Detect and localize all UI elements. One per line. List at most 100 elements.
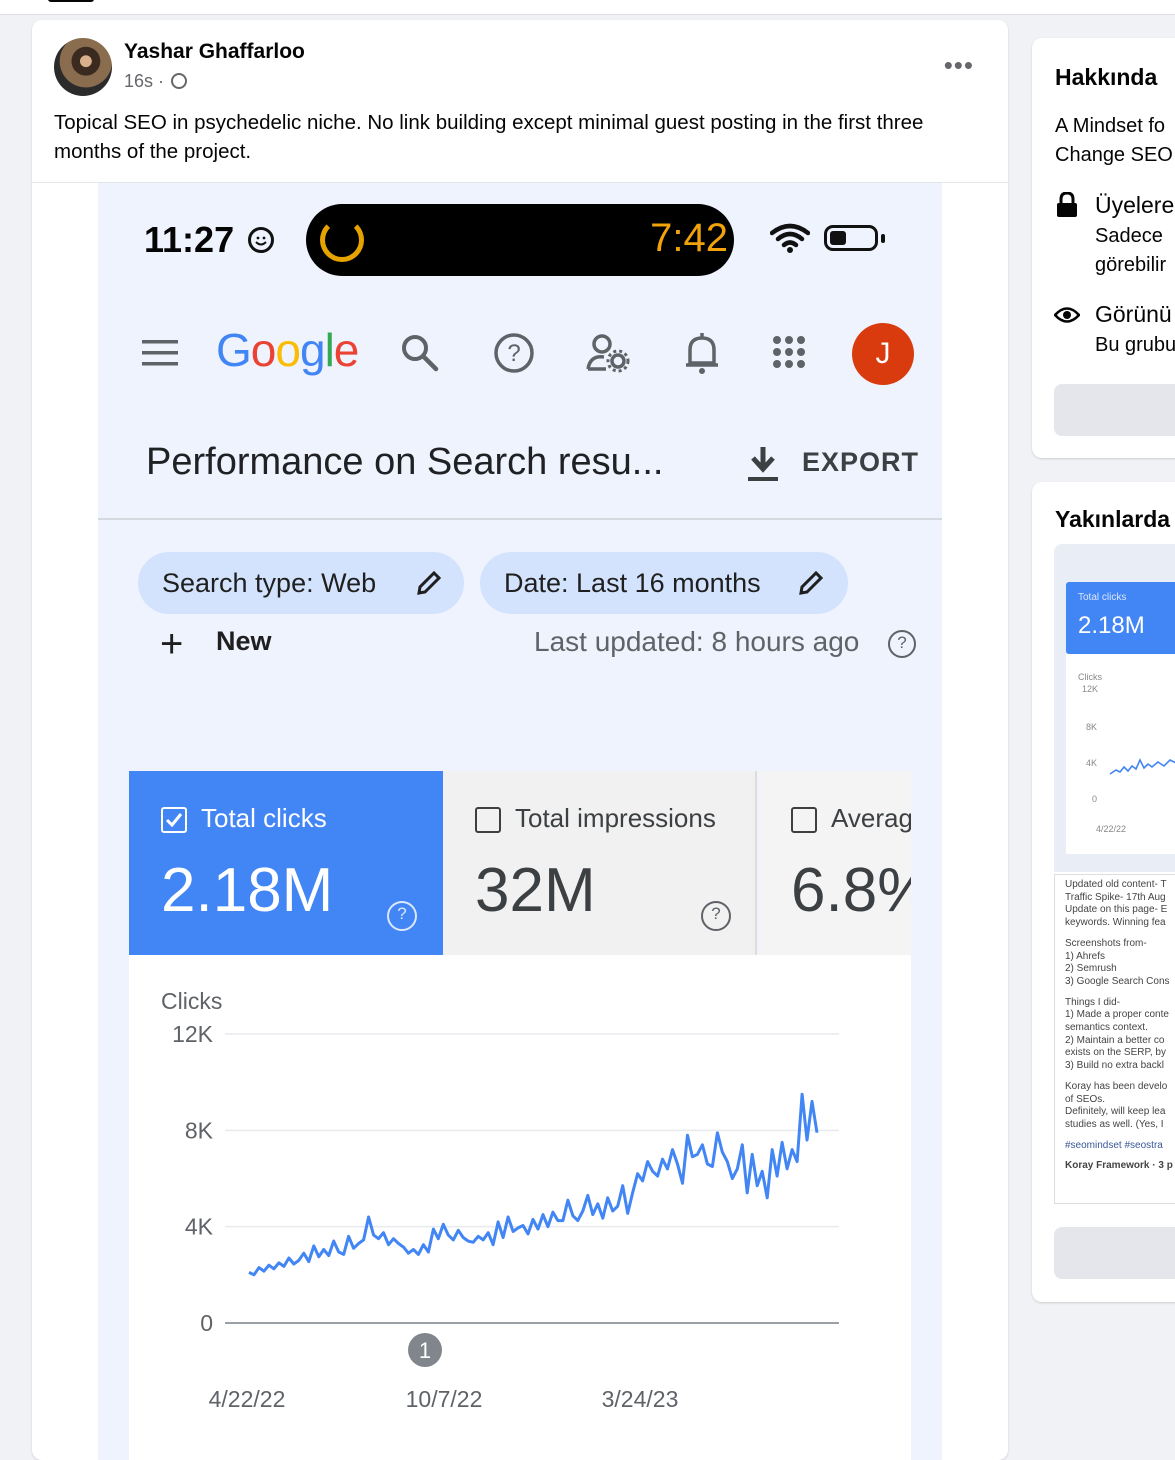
timer-ring-icon — [320, 218, 364, 262]
eye-icon — [1054, 307, 1080, 323]
help-icon[interactable]: ? — [701, 901, 731, 931]
recent-media-thumbnail[interactable]: Total clicks 2.18M Clicks 12K 8K 4K 0 4/… — [1054, 544, 1175, 872]
performance-panel: Search type: Web Date: Last 16 months + … — [98, 520, 942, 1460]
caption-line: 2) Semrush — [1065, 963, 1117, 975]
thumbnail-metric-card: Total clicks 2.18M — [1066, 582, 1175, 654]
google-logo[interactable]: Google — [216, 323, 360, 377]
clicks-chart: Clicks 12K 8K 4K 0 1 4/22/22 10/7/22 3/24/23 — [129, 955, 911, 1460]
checkbox-checked-icon[interactable] — [161, 807, 187, 833]
caption-line: 3) Google Search Cons — [1065, 975, 1170, 987]
chip-label: Date: Last 16 months — [504, 568, 761, 598]
checkbox-icon[interactable] — [791, 807, 817, 833]
face-icon — [248, 227, 274, 253]
visible-description: Bu grubu — [1095, 334, 1175, 356]
notification-bell-icon[interactable] — [684, 331, 720, 375]
top-navigation-bar — [0, 0, 1175, 15]
about-description-line: Change SEO — [1055, 144, 1173, 166]
logo-letter: o — [250, 324, 277, 376]
apps-grid-icon[interactable] — [772, 335, 806, 369]
thumbnail-ytick: 8K — [1086, 722, 1098, 732]
private-description-line: Sadece — [1095, 225, 1163, 247]
help-icon[interactable]: ? — [492, 331, 536, 375]
meta-separator: · — [158, 71, 165, 91]
thumbnail-ytick: 0 — [1092, 794, 1098, 804]
dynamic-island: 7:42 — [306, 204, 734, 276]
metric-card-average[interactable]: Averag 6.8% — [759, 771, 911, 955]
logo-letter: o — [275, 324, 301, 376]
private-title: Üyelere — [1095, 192, 1175, 218]
export-button[interactable]: EXPORT — [802, 447, 919, 478]
learn-more-button[interactable] — [1054, 384, 1175, 436]
help-icon[interactable]: ? — [888, 630, 916, 658]
post-meta: 16s · — [124, 71, 188, 92]
caption-line: semantics context. — [1065, 1022, 1148, 1033]
thumbnail-xtick: 4/22/22 — [1096, 824, 1127, 834]
thumbnail-ytick: 4K — [1086, 758, 1098, 768]
author-name[interactable]: Yashar Ghaffarloo — [124, 40, 305, 64]
caption-line: keywords. Winning fea — [1065, 917, 1166, 929]
search-icon[interactable] — [400, 333, 440, 373]
logo-letter: G — [216, 324, 252, 376]
thumbnail-metric-label: Total clicks — [1078, 592, 1127, 603]
help-icon[interactable]: ? — [387, 901, 417, 931]
add-icon[interactable]: + — [160, 622, 183, 667]
audience-globe-icon[interactable] — [171, 73, 188, 89]
x-tick-label: 3/24/23 — [602, 1386, 679, 1412]
post-timestamp[interactable]: 16s — [124, 71, 153, 91]
x-tick-label: 10/7/22 — [406, 1386, 483, 1412]
y-tick-label: 4K — [185, 1214, 214, 1240]
caption-line: 1) Ahrefs — [1065, 950, 1106, 962]
post-card: Yashar Ghaffarloo 16s · ••• Topical SEO … — [32, 20, 1008, 1460]
last-updated-text: Last updated: 8 hours ago — [534, 626, 860, 657]
battery-icon — [824, 225, 878, 251]
author-avatar[interactable] — [54, 38, 112, 96]
edit-pencil-icon — [799, 570, 824, 595]
thumbnail-ytick: 12K — [1082, 684, 1099, 694]
metric-card-total-clicks[interactable]: Total clicks 2.18M ? — [129, 771, 443, 955]
about-card: Hakkında A Mindset fo Change SEO Üyelere… — [1032, 38, 1175, 458]
recent-media-caption[interactable]: Updated old content- T Traffic Spike- 17t… — [1054, 874, 1175, 1204]
admin-settings-icon[interactable] — [586, 333, 632, 373]
more-options-icon[interactable]: ••• — [944, 50, 974, 81]
caption-line: #seomindset #seostra — [1065, 1139, 1163, 1151]
caption-line: Updated old content- T — [1065, 879, 1167, 890]
download-icon[interactable] — [746, 445, 780, 483]
menu-icon[interactable] — [142, 339, 180, 367]
thumbnail-metric-value: 2.18M — [1078, 612, 1145, 639]
recent-heading: Yakınlarda — [1055, 506, 1171, 532]
search-type-chip[interactable]: Search type: Web — [138, 552, 464, 614]
about-description-line: A Mindset fo — [1055, 115, 1166, 137]
post-image[interactable]: 11:27 7:42 Google ? J Performance on Sea… — [98, 183, 942, 1460]
caption-line: Koray Framework · 3 p — [1065, 1160, 1173, 1172]
x-tick-label: 4/22/22 — [209, 1386, 286, 1412]
logo-letter: g — [299, 324, 326, 376]
y-tick-label: 0 — [200, 1310, 213, 1336]
page-title: Performance on Search resu... — [146, 441, 664, 483]
see-all-button[interactable] — [1054, 1227, 1175, 1279]
date-chip[interactable]: Date: Last 16 months — [480, 552, 848, 614]
new-filter-button[interactable]: New — [216, 626, 272, 657]
caption-line: 3) Build no extra backl — [1065, 1060, 1164, 1072]
wifi-icon — [770, 223, 810, 253]
clicks-series-line — [248, 1092, 819, 1277]
svg-text:?: ? — [507, 340, 520, 367]
thumbnail-ylabel: Clicks — [1078, 672, 1102, 682]
post-text: Topical SEO in psychedelic niche. No lin… — [54, 111, 924, 163]
caption-line: Things I did- — [1065, 996, 1121, 1008]
nav-indicator — [48, 0, 94, 2]
about-heading: Hakkında — [1055, 64, 1158, 90]
caption-line: studies as well. (Yes, I — [1065, 1118, 1164, 1130]
y-tick-label: 12K — [172, 1021, 214, 1047]
logo-letter: e — [333, 324, 360, 376]
thumbnail-line — [1109, 758, 1175, 775]
metric-card-total-impressions[interactable]: Total impressions 32M ? — [443, 771, 757, 955]
battery-nub — [881, 234, 885, 243]
checkbox-icon[interactable] — [475, 807, 501, 833]
metric-label: Averag — [831, 803, 911, 833]
account-avatar[interactable]: J — [852, 323, 914, 385]
metric-value: 32M — [475, 856, 596, 925]
timer-text: 7:42 — [650, 216, 728, 260]
caption-line: of SEOs. — [1065, 1093, 1106, 1105]
recent-media-card: Yakınlarda Total clicks 2.18M Clicks 12K… — [1032, 482, 1175, 1302]
metric-label: Total impressions — [515, 803, 716, 833]
